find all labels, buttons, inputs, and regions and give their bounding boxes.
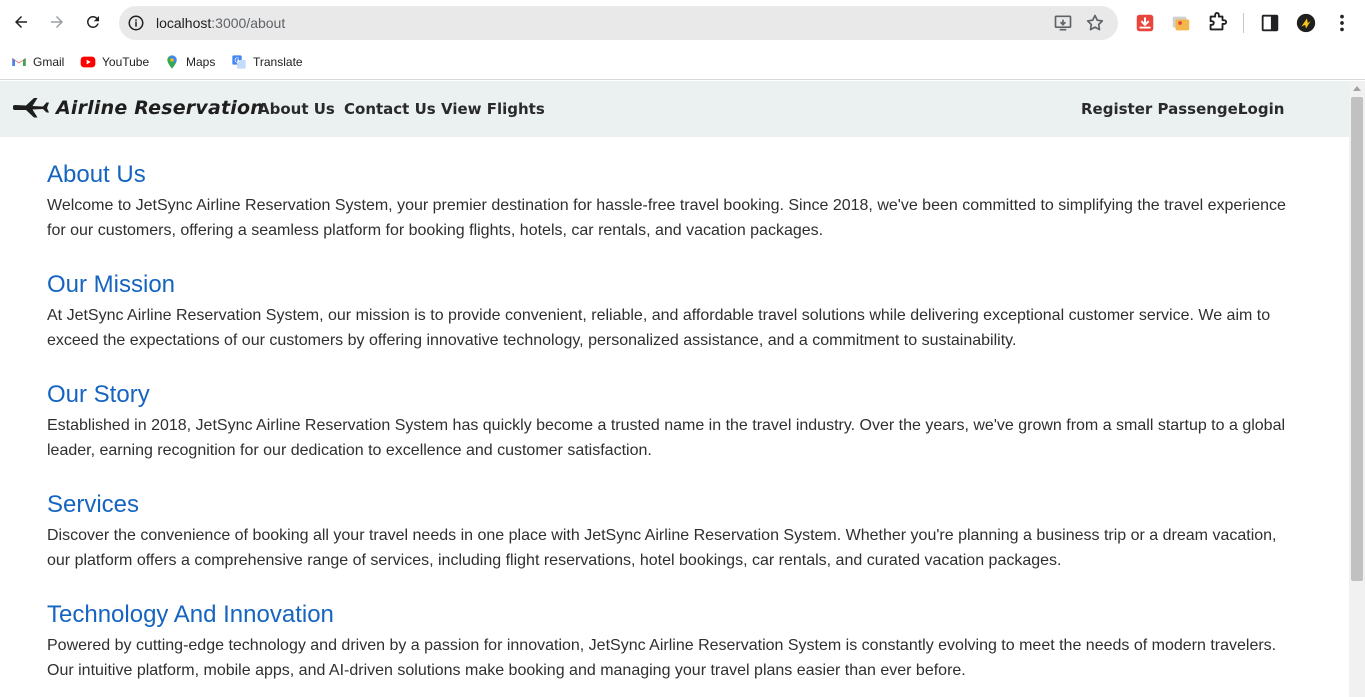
section-body: Powered by cutting-edge technology and d… [47, 637, 1277, 679]
section-body: Established in 2018, JetSync Airline Res… [47, 417, 1286, 459]
reload-icon [86, 15, 99, 28]
section-services: Services Discover the convenience of boo… [47, 489, 1297, 573]
section-title: Services [47, 491, 140, 518]
page-scrollbar[interactable] [1349, 81, 1365, 697]
site-info-icon[interactable] [127, 14, 145, 32]
translate-icon: G [232, 55, 246, 69]
install-app-icon[interactable] [1053, 13, 1073, 33]
url-host: localhost [156, 15, 212, 31]
youtube-icon [80, 56, 96, 68]
side-panel-icon[interactable] [1259, 12, 1281, 34]
maps-icon [167, 55, 177, 69]
bookmark-translate[interactable]: G Translate [231, 52, 303, 72]
airplane-icon [13, 98, 49, 118]
bookmark-youtube[interactable]: YouTube [80, 52, 149, 72]
browser-toolbar: localhost:3000/about [0, 0, 1365, 46]
bookmark-label: YouTube [102, 55, 150, 69]
section-body: At JetSync Airline Reservation System, o… [47, 307, 1271, 349]
section-title: Technology And Innovation [47, 601, 334, 628]
bookmark-star-icon[interactable] [1085, 13, 1105, 33]
svg-text:G: G [234, 57, 239, 65]
section-title: About Us [47, 161, 146, 188]
nav-login[interactable]: Login [1238, 100, 1284, 118]
forward-button[interactable] [43, 8, 71, 36]
back-button[interactable] [7, 8, 35, 36]
reload-button[interactable] [79, 8, 107, 36]
toolbar-separator [1243, 13, 1244, 33]
section-body: Discover the convenience of booking all … [47, 527, 1277, 569]
bookmark-gmail[interactable]: Gmail [11, 52, 64, 72]
extensions-puzzle-icon[interactable] [1206, 12, 1228, 34]
page-viewport: Airline Reservation About Us Contact Us … [0, 81, 1349, 697]
nav-view-flights[interactable]: View Flights [441, 100, 545, 118]
section-title: Our Story [47, 381, 150, 408]
gallery-extension-icon[interactable] [1170, 12, 1192, 34]
brand-name: Airline Reservation [56, 97, 264, 119]
bookmark-label: Gmail [33, 55, 65, 69]
site-navbar: Airline Reservation About Us Contact Us … [0, 81, 1349, 137]
url-path: :3000/about [211, 15, 286, 31]
bookmark-maps[interactable]: Maps [164, 52, 215, 72]
nav-about-us[interactable]: About Us [258, 100, 335, 118]
section-our-mission: Our Mission At JetSync Airline Reservati… [47, 269, 1297, 353]
bookmark-label: Maps [186, 55, 216, 69]
download-extension-icon[interactable] [1134, 12, 1156, 34]
section-about-us: About Us Welcome to JetSync Airline Rese… [47, 159, 1297, 243]
brand-link[interactable]: Airline Reservation [12, 96, 264, 120]
address-bar[interactable]: localhost:3000/about [119, 6, 1118, 40]
scrollbar-thumb[interactable] [1351, 97, 1363, 581]
menu-kebab-icon[interactable] [1331, 12, 1353, 34]
gmail-icon [12, 58, 26, 66]
bookmark-label: Translate [253, 55, 303, 69]
bookmarks-bar: Gmail YouTube Maps G Translate [0, 46, 1365, 80]
nav-register-passenger[interactable]: Register Passenger [1081, 100, 1245, 118]
section-our-story: Our Story Established in 2018, JetSync A… [47, 379, 1297, 463]
scroll-up-arrow-icon[interactable] [1353, 86, 1361, 91]
url-text[interactable]: localhost:3000/about [156, 15, 285, 31]
arrow-left-icon [15, 16, 27, 28]
section-title: Our Mission [47, 271, 176, 298]
section-body: Welcome to JetSync Airline Reservation S… [47, 197, 1286, 239]
section-technology-innovation: Technology And Innovation Powered by cut… [47, 599, 1297, 683]
about-content: About Us Welcome to JetSync Airline Rese… [47, 159, 1297, 697]
nav-contact-us[interactable]: Contact Us [344, 100, 436, 118]
arrow-right-icon [51, 16, 63, 28]
profile-avatar-icon[interactable] [1295, 12, 1317, 34]
